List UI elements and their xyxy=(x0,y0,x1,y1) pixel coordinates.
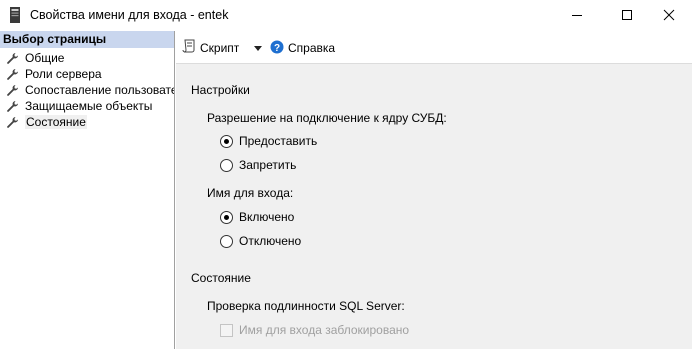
properties-pane: Скрипт ? Справка Настройки Разрешение на… xyxy=(176,31,692,349)
radio-button[interactable] xyxy=(220,210,233,224)
sidebar-item-label: Состояние xyxy=(25,115,87,129)
wrench-icon xyxy=(6,84,19,97)
enabled-label: Включено xyxy=(239,210,295,224)
script-button[interactable]: Скрипт xyxy=(182,39,239,57)
wrench-icon xyxy=(6,100,19,113)
close-icon xyxy=(663,9,675,21)
title-bar: Свойства имени для входа - entek xyxy=(0,0,692,30)
wrench-icon xyxy=(6,116,19,129)
script-icon xyxy=(182,39,196,57)
login-locked-checkbox[interactable]: Имя для входа заблокировано xyxy=(220,322,409,338)
wrench-icon xyxy=(6,52,19,65)
minimize-icon xyxy=(572,15,582,16)
grant-radio[interactable]: Предоставить xyxy=(220,133,317,149)
sidebar-item-label: Сопоставление пользователей xyxy=(25,83,174,97)
disabled-radio[interactable]: Отключено xyxy=(220,233,301,249)
radio-button[interactable] xyxy=(220,234,233,248)
disabled-label: Отключено xyxy=(239,234,302,248)
settings-section-title: Настройки xyxy=(191,83,250,97)
toolbar: Скрипт ? Справка xyxy=(176,31,692,64)
deny-label: Запретить xyxy=(239,158,297,172)
help-icon: ? xyxy=(270,40,284,57)
minimize-button[interactable] xyxy=(554,0,600,30)
radio-button[interactable] xyxy=(220,158,233,172)
window-title: Свойства имени для входа - entek xyxy=(30,8,229,22)
script-label: Скрипт xyxy=(200,41,240,55)
sidebar-item-status[interactable]: Состояние xyxy=(6,114,87,130)
page-selector-pane: Выбор страницы Общие Роли сервера Сопост… xyxy=(0,31,175,349)
sidebar-item-label: Роли сервера xyxy=(25,67,102,81)
login-label: Имя для входа: xyxy=(207,186,294,200)
page-selector-title: Выбор страницы xyxy=(3,32,107,46)
close-button[interactable] xyxy=(646,0,692,30)
checkbox-box[interactable] xyxy=(220,323,233,337)
svg-text:?: ? xyxy=(274,42,280,53)
status-section-title: Состояние xyxy=(191,271,251,285)
deny-radio[interactable]: Запретить xyxy=(220,157,296,173)
sidebar-item-securables[interactable]: Защищаемые объекты xyxy=(6,98,152,114)
sidebar-item-label: Защищаемые объекты xyxy=(25,99,153,113)
sidebar-item-label: Общие xyxy=(25,51,65,65)
sidebar-item-general[interactable]: Общие xyxy=(6,50,64,66)
sql-auth-label: Проверка подлинности SQL Server: xyxy=(207,299,405,313)
db-engine-permission-label: Разрешение на подключение к ядру СУБД: xyxy=(207,111,447,125)
page-selector-header: Выбор страницы xyxy=(0,31,174,48)
help-button[interactable]: ? Справка xyxy=(270,39,335,57)
maximize-icon xyxy=(622,10,632,20)
grant-label: Предоставить xyxy=(239,134,318,148)
sidebar-item-server-roles[interactable]: Роли сервера xyxy=(6,66,102,82)
radio-button[interactable] xyxy=(220,134,233,148)
script-dropdown-button[interactable] xyxy=(254,39,264,57)
caret-down-icon xyxy=(254,45,262,51)
login-locked-label: Имя для входа заблокировано xyxy=(239,323,410,337)
sidebar-item-user-mapping[interactable]: Сопоставление пользователей xyxy=(6,82,174,98)
enabled-radio[interactable]: Включено xyxy=(220,209,294,225)
help-label: Справка xyxy=(288,41,336,55)
sql-server-icon xyxy=(9,7,21,23)
maximize-button[interactable] xyxy=(604,0,650,30)
wrench-icon xyxy=(6,68,19,81)
